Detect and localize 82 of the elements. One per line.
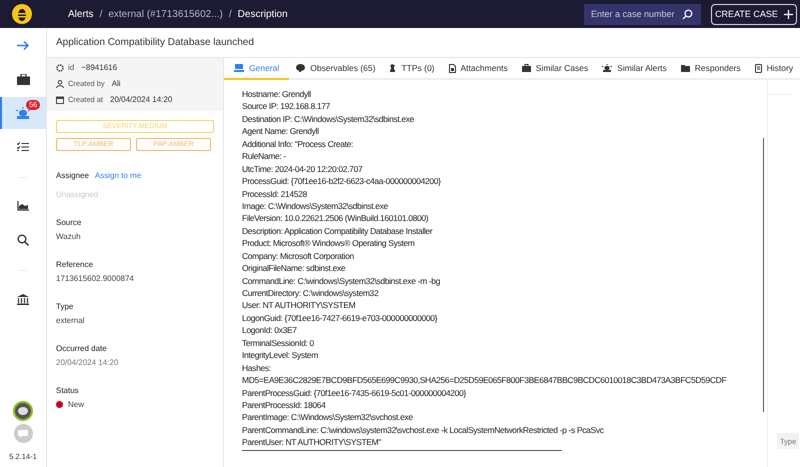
tab[interactable]: General xyxy=(224,58,290,80)
description-line: ParentProcessId: 18064 xyxy=(242,398,326,412)
description-line: Source IP: 192.168.8.177 xyxy=(242,100,332,113)
field-label: Source xyxy=(56,218,82,227)
breadcrumb-link[interactable]: Alerts xyxy=(68,8,94,20)
status-value: New xyxy=(68,400,84,409)
create-case-button[interactable]: CREATE CASE xyxy=(711,4,797,24)
breadcrumb-separator: / xyxy=(228,8,232,20)
user-icon xyxy=(56,80,64,88)
tab[interactable]: Similar Alerts xyxy=(595,58,674,80)
description-line: ParentCommandLine: C:\windows\system32\svchost.exe -k LocalSystemNetworkRestricted -p -s PcaSvc xyxy=(242,424,605,436)
description-line: FileVersion: 10.0.22621.2506 (WinBuild.160101.0800) xyxy=(242,212,430,225)
search-icon xyxy=(682,8,693,20)
description-line: ParentUser: NT AUTHORITY\SYSTEM" xyxy=(242,436,382,449)
field-label: Type xyxy=(56,302,74,311)
area-chart-icon xyxy=(17,201,29,211)
meta-value: ~8941616 xyxy=(81,63,118,72)
description-line: Agent Name: Grendyll xyxy=(242,125,320,138)
field-value: 20/04/2024 14:20 xyxy=(56,358,120,367)
field-label: Reference xyxy=(56,260,94,269)
briefcase-icon xyxy=(16,74,30,84)
field-label: Assignee xyxy=(56,171,89,180)
chat-bubble-icon xyxy=(18,430,28,438)
description-line: Hostname: Grendyll xyxy=(242,88,312,100)
brain-button[interactable] xyxy=(13,401,33,421)
description-line: Destination IP: C:\Windows\System32\sdbinst.exe xyxy=(242,112,416,126)
case-search-field[interactable]: Enter a case number xyxy=(584,4,701,24)
file-icon xyxy=(448,64,456,72)
description-line: MD5=EA9E36C2829E7BCD9BFD565E699C9930,SHA256=D25D59E065F800F3BE6847BBC9BCDC6010018C3BD473A3BFC5D59CDF xyxy=(242,374,728,386)
tab[interactable]: TTPs (0) xyxy=(382,58,442,80)
description-line: TerminalSessionId: 0 xyxy=(242,336,315,350)
field-label: Occurred date xyxy=(56,344,108,353)
document-icon xyxy=(754,64,762,72)
description-line: CommandLine: C:\windows\System32\sdbinst.exe -m -bg xyxy=(242,274,442,287)
monitor-icon xyxy=(234,64,244,72)
siren-icon xyxy=(602,64,612,72)
folder-icon xyxy=(680,64,690,72)
field-label: Status xyxy=(56,386,80,395)
alert-title: Application Compatibility Database launched xyxy=(56,37,254,48)
scrollbar[interactable] xyxy=(762,138,764,412)
description-line: OriginalFileName: sdbinst.exe xyxy=(242,262,346,275)
plus-icon xyxy=(784,10,793,18)
description-line: ProcessGuid: {70f1ee16-b2f2-6623-c4aa-000000004200} xyxy=(242,175,442,188)
search-icon xyxy=(17,234,29,246)
description-line: RuleName: - xyxy=(242,150,287,163)
bank-icon xyxy=(17,294,29,304)
description-line: Additional Info: "Process Create: xyxy=(242,138,354,150)
checklist-icon xyxy=(17,142,29,152)
description-line: ParentProcessGuid: {70f1ee16-7435-6619-5c01-000000004200} xyxy=(242,386,467,399)
description-line: User: NT AUTHORITY\SYSTEM xyxy=(242,299,356,312)
description-line: UtcTime: 2024-04-20 12:20:02.707 xyxy=(242,162,364,176)
breadcrumb-link[interactable]: external (#1713615602...) xyxy=(108,8,223,20)
description-line: Hashes: xyxy=(242,362,272,374)
field-value: external xyxy=(56,316,86,325)
description-line: Company: Microsoft Corporation xyxy=(242,250,355,262)
description-line: LogonGuid: {70f1ee16-7427-6619-e703-000000000000} xyxy=(242,312,438,324)
meta-label: id xyxy=(68,63,74,72)
description-line: Product: Microsoft® Windows® Operating System xyxy=(242,237,416,250)
description-line: ProcessId: 214528 xyxy=(242,188,308,200)
description-line: Description: Application Compatibility Database Installer xyxy=(242,224,434,238)
description-line: CurrentDirectory: C:\windows\system32 xyxy=(242,287,380,300)
arrow-icon xyxy=(16,40,30,50)
calendar-icon xyxy=(56,96,64,104)
meta-value: Ali xyxy=(112,79,121,88)
breadcrumb-separator: / xyxy=(100,8,102,20)
briefcase-icon xyxy=(522,64,531,72)
description-line: IntegrityLevel: System xyxy=(242,349,319,362)
assign-link[interactable]: Assign to me xyxy=(94,171,142,180)
field-value: Wazuh xyxy=(56,232,82,241)
siren-icon xyxy=(16,107,30,119)
field-value: 1713615602.9000874 xyxy=(56,274,135,283)
tab[interactable]: Responders xyxy=(674,58,748,80)
tab[interactable]: Similar Cases xyxy=(514,58,596,80)
tab[interactable]: Observables (65) xyxy=(289,58,382,80)
meta-value: 20/04/2024 14:20 xyxy=(110,95,172,104)
tab[interactable]: History xyxy=(748,58,800,80)
tab[interactable]: Attachments xyxy=(442,58,515,80)
breadcrumb-link[interactable]: Description xyxy=(238,8,288,20)
description-line: ParentImage: C:\Windows\System32\svchost.exe xyxy=(242,411,414,424)
description-line: Image: C:\Windows\System32\sdbinst.exe xyxy=(242,200,389,212)
description-line: LogonId: 0x3E7 xyxy=(242,324,298,337)
chess-piece-icon xyxy=(389,64,396,72)
